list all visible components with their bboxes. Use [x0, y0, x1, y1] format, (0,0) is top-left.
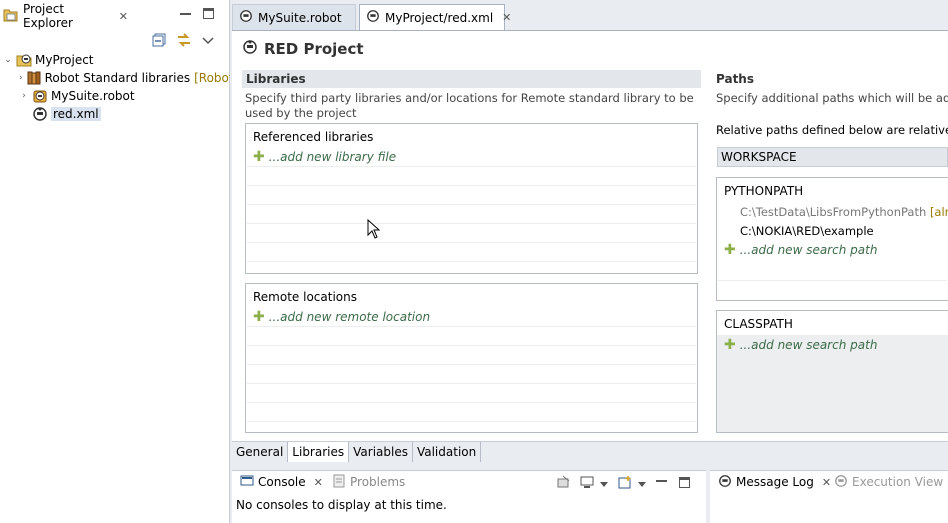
remote-table-rows: [247, 308, 696, 422]
folder-icon: [3, 7, 19, 26]
display-console-icon[interactable]: [580, 475, 594, 492]
maximize-icon[interactable]: [203, 8, 214, 19]
mouse-cursor-icon: [367, 219, 381, 239]
editor-header: RED Project: [242, 39, 364, 58]
tab-mysuite-robot[interactable]: MySuite.robot: [232, 4, 356, 30]
red-project-editor: RED Project Libraries Specify third part…: [232, 30, 948, 441]
tab-message-log[interactable]: Message Log ✕: [714, 471, 836, 493]
tab-console[interactable]: Console ✕: [236, 471, 327, 493]
tree-item-label: Robot Standard libraries: [44, 71, 191, 85]
chevron-right-icon[interactable]: ›: [19, 91, 29, 101]
page-title: RED Project: [264, 39, 364, 58]
minimize-icon[interactable]: [180, 8, 191, 15]
relative-to-dropdown[interactable]: WORKSPACE: [717, 147, 948, 167]
tab-libraries[interactable]: Libraries: [288, 442, 350, 462]
chevron-down-icon[interactable]: [600, 477, 608, 491]
view-menu-icon[interactable]: [202, 35, 214, 49]
pin-console-icon[interactable]: [557, 475, 571, 492]
close-icon[interactable]: ✕: [314, 476, 323, 489]
relative-paths-label: Relative paths defined below are relativ…: [716, 123, 948, 137]
console-icon: [240, 474, 254, 491]
console-message: No consoles to display at this time.: [236, 498, 447, 512]
pythonpath-entry[interactable]: C:\NOKIA\RED\example: [740, 224, 874, 238]
robot-file-icon: [239, 9, 253, 26]
editor-tabbar: MySuite.robot MyProject/red.xml ✕: [232, 2, 948, 30]
tab-label: Problems: [350, 475, 406, 489]
problems-icon: [332, 474, 346, 491]
maximize-icon[interactable]: [679, 477, 690, 488]
referenced-libraries-box: Referenced libraries ✚ ...add new librar…: [245, 123, 698, 274]
tab-general[interactable]: General: [232, 442, 289, 462]
open-console-icon[interactable]: [618, 475, 632, 492]
minimize-icon[interactable]: [656, 475, 667, 482]
message-log-view: Message Log ✕ Execution View: [710, 470, 948, 523]
add-search-path-label: ...add new search path: [739, 243, 878, 257]
close-icon[interactable]: ✕: [502, 11, 511, 24]
explorer-toolbar: [152, 32, 214, 51]
tree-item-label: MySuite.robot: [51, 89, 135, 103]
tab-project-explorer[interactable]: Project Explorer ✕: [0, 2, 128, 30]
pythonpath-title: PYTHONPATH: [724, 184, 804, 198]
classpath-box: CLASSPATH ✚ ...add new search path: [716, 310, 948, 433]
red-config-icon: [366, 9, 380, 26]
path-text: C:\TestData\LibsFromPythonPath: [740, 205, 927, 219]
tree-item-label: MyProject: [35, 53, 94, 67]
pythonpath-rows: [718, 262, 947, 281]
tab-label: Project Explorer: [23, 2, 73, 30]
explorer-tabbar: Project Explorer ✕: [0, 0, 229, 30]
add-classpath-search-path-button[interactable]: ✚ ...add new search path: [724, 338, 877, 352]
library-icon: [26, 70, 42, 86]
chevron-right-icon[interactable]: ›: [19, 73, 23, 83]
robot-suite-icon: [32, 88, 48, 104]
tab-label: Console: [258, 475, 306, 489]
path-text: C:\NOKIA\RED\example: [740, 224, 874, 238]
tree-item-myproject[interactable]: ⌄ MyProject: [0, 51, 230, 69]
link-with-editor-icon[interactable]: [176, 32, 192, 51]
tab-label: Message Log: [736, 475, 814, 489]
paths-section-header[interactable]: Paths: [712, 70, 948, 88]
project-explorer-view: Project Explorer ✕ ⌄ MyProject › Robot S…: [0, 0, 230, 523]
tab-red-xml[interactable]: MyProject/red.xml ✕: [359, 4, 511, 30]
libraries-section-header[interactable]: Libraries: [242, 70, 701, 88]
tab-label: MyProject/red.xml: [385, 10, 494, 25]
editor-page-tabs: General Libraries Variables Validation: [232, 441, 948, 462]
project-tree: ⌄ MyProject › Robot Standard libraries […: [0, 51, 230, 123]
libraries-description: Specify third party libraries and/or loc…: [245, 91, 694, 120]
add-python-search-path-button[interactable]: ✚ ...add new search path: [724, 243, 877, 257]
tab-variables[interactable]: Variables: [349, 442, 413, 462]
pythonpath-entry[interactable]: C:\TestData\LibsFromPythonPath [alrea: [740, 205, 948, 219]
tab-label: Execution View: [852, 475, 944, 489]
classpath-title: CLASSPATH: [717, 311, 948, 335]
path-decoration: [alrea: [929, 205, 948, 219]
red-config-icon: [32, 106, 48, 122]
chevron-down-icon[interactable]: ⌄: [3, 55, 13, 65]
tree-item-robot-standard-libraries[interactable]: › Robot Standard libraries [Robot F: [0, 69, 230, 87]
plus-icon: ✚: [724, 242, 736, 258]
execution-view-icon: [834, 474, 848, 491]
tab-execution-view[interactable]: Execution View: [830, 471, 947, 493]
red-logo-icon: [242, 39, 258, 58]
console-view: Console ✕ Problems No consoles to displa…: [232, 470, 706, 523]
chevron-down-icon[interactable]: [638, 477, 646, 491]
close-icon[interactable]: ✕: [119, 10, 128, 23]
message-log-icon: [718, 474, 732, 491]
tree-item-mysuite-robot[interactable]: › MySuite.robot: [0, 87, 230, 105]
paths-description: Specify additional paths which will be a…: [716, 91, 948, 105]
library-table-rows: [247, 148, 696, 262]
tab-validation[interactable]: Validation: [413, 442, 482, 462]
tree-item-decoration: [Robot F: [194, 71, 230, 85]
tree-item-red-xml[interactable]: red.xml: [0, 105, 230, 123]
tab-label: MySuite.robot: [258, 10, 342, 25]
remote-locations-box: Remote locations ✚ ...add new remote loc…: [245, 283, 698, 433]
referenced-libraries-title: Referenced libraries: [253, 130, 374, 144]
collapse-all-icon[interactable]: [152, 33, 166, 50]
plus-icon: ✚: [724, 337, 736, 353]
pythonpath-box: PYTHONPATH C:\TestData\LibsFromPythonPat…: [716, 177, 948, 301]
remote-locations-title: Remote locations: [253, 290, 357, 304]
tab-problems[interactable]: Problems: [328, 471, 409, 493]
add-classpath-label: ...add new search path: [739, 338, 878, 352]
tree-item-label: red.xml: [51, 107, 101, 121]
robot-project-icon: [16, 52, 32, 68]
